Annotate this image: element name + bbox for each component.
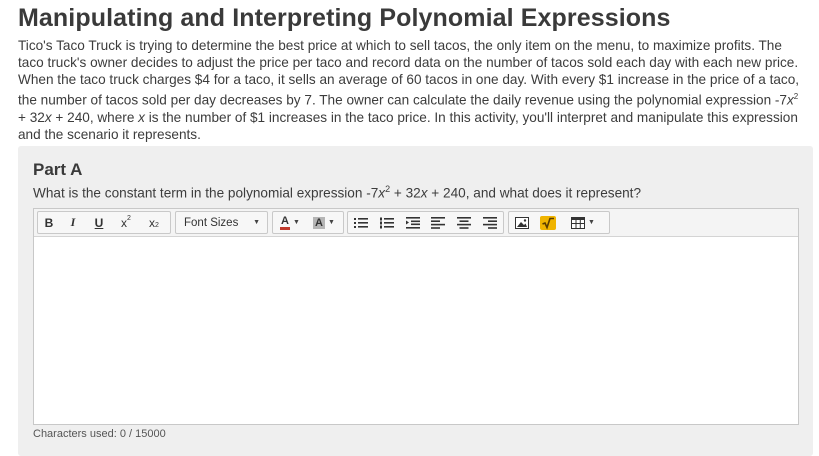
chevron-down-icon: ▼: [253, 219, 260, 226]
color-button-group: A ▼ A ▼: [272, 211, 344, 234]
insert-math-button[interactable]: [535, 212, 561, 233]
page-title: Manipulating and Interpreting Polynomial…: [18, 4, 671, 32]
chevron-down-icon: ▼: [328, 219, 335, 226]
align-left-icon: [431, 216, 446, 229]
numbered-list-button[interactable]: [374, 212, 400, 233]
intro-var-x: x: [787, 92, 794, 108]
italic-button[interactable]: I: [60, 212, 86, 233]
insert-image-button[interactable]: [509, 212, 535, 233]
intro-paragraph: Tico's Taco Truck is trying to determine…: [18, 37, 808, 143]
question-var-x: x: [420, 185, 428, 201]
numbered-list-icon: [379, 217, 394, 228]
background-color-button[interactable]: A ▼: [307, 212, 341, 233]
text-color-button[interactable]: A ▼: [273, 212, 307, 233]
format-button-group: B I U x2 x2: [37, 211, 171, 234]
font-sizes-group: Font Sizes ▼: [175, 211, 268, 234]
intro-text-2: + 32: [18, 109, 45, 125]
align-center-button[interactable]: [451, 212, 477, 233]
bullet-list-button[interactable]: [348, 212, 374, 233]
square-root-icon: [540, 215, 556, 230]
font-sizes-label: Font Sizes: [184, 216, 239, 229]
part-a-question: What is the constant term in the polynom…: [33, 184, 803, 201]
intro-exponent: 2: [793, 92, 799, 101]
subscript-button[interactable]: x2: [140, 212, 168, 233]
part-a-title: Part A: [33, 160, 83, 179]
editor-toolbar: B I U x2 x2 Font Sizes ▼ A ▼ A ▼ ▼: [34, 209, 798, 237]
text-color-icon: A: [280, 215, 290, 230]
align-right-button[interactable]: [477, 212, 503, 233]
superscript-button[interactable]: x2: [112, 212, 140, 233]
character-count: Characters used: 0 / 15000: [33, 428, 166, 440]
intro-var-x: x: [44, 109, 52, 125]
superscript-mark: 2: [127, 215, 131, 222]
question-text-2: + 32: [390, 185, 421, 201]
align-right-icon: [483, 216, 498, 229]
chevron-down-icon: ▼: [588, 219, 595, 226]
indent-icon: [405, 216, 420, 229]
intro-text-1: Tico's Taco Truck is trying to determine…: [18, 38, 800, 108]
part-a-panel: Part A What is the constant term in the …: [18, 146, 813, 456]
background-color-icon: A: [313, 216, 325, 229]
font-sizes-dropdown[interactable]: Font Sizes ▼: [176, 212, 267, 233]
paragraph-button-group: [347, 211, 504, 234]
underline-button[interactable]: U: [86, 212, 112, 233]
rich-text-editor: B I U x2 x2 Font Sizes ▼ A ▼ A ▼ ▼: [33, 208, 799, 425]
image-icon: [515, 216, 529, 229]
insert-button-group: ▼: [508, 211, 610, 234]
bold-button[interactable]: B: [38, 212, 60, 233]
bullet-list-icon: [353, 217, 368, 228]
question-text-1: What is the constant term in the polynom…: [33, 185, 379, 201]
align-center-icon: [457, 216, 472, 229]
intro-var-x: x: [138, 109, 145, 125]
indent-button[interactable]: [400, 212, 426, 233]
align-left-button[interactable]: [425, 212, 451, 233]
table-icon: [571, 216, 586, 229]
intro-text-3: + 240, where: [51, 109, 139, 125]
question-text-3: + 240, and what does it represent?: [427, 185, 642, 201]
answer-text-area[interactable]: [34, 237, 798, 424]
subscript-mark: 2: [155, 222, 159, 229]
chevron-down-icon: ▼: [293, 219, 300, 226]
insert-table-button[interactable]: ▼: [561, 212, 605, 233]
